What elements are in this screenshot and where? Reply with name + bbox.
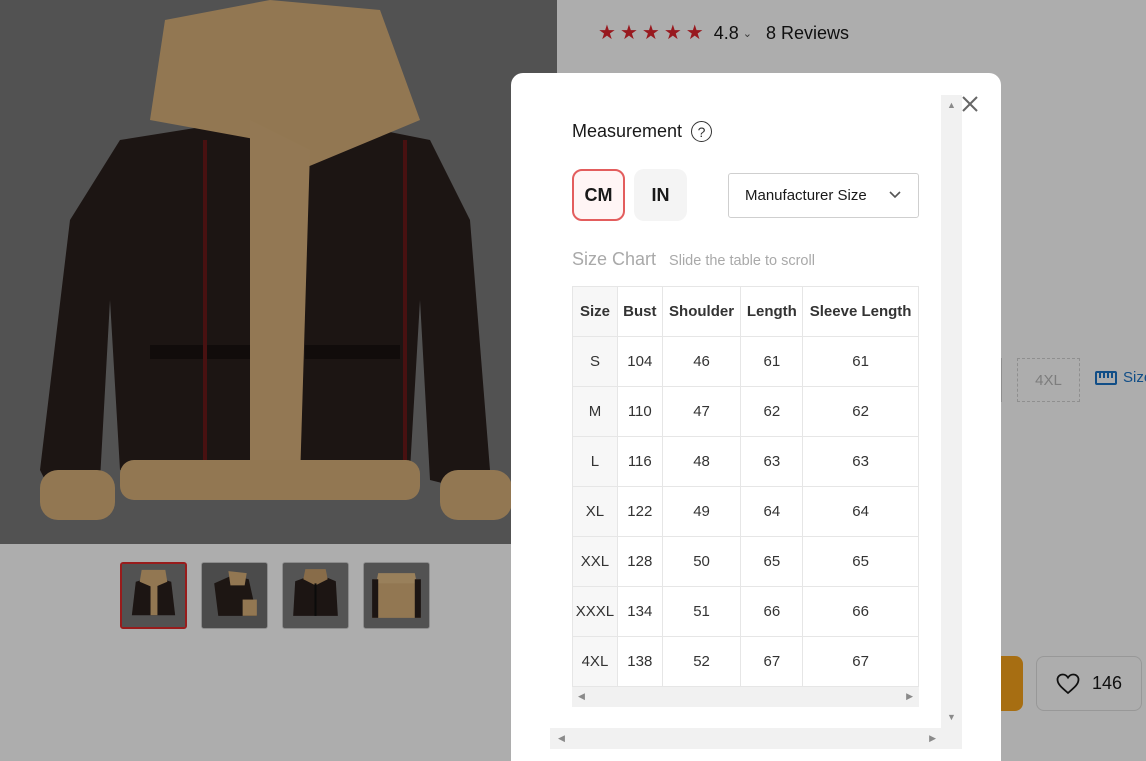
table-row: S 104 46 61 61 [572,336,919,387]
table-cell: S [572,336,618,387]
table-cell: 138 [616,636,663,687]
column-header: Size [572,286,618,337]
size-chart-heading: Size Chart Slide the table to scroll [572,249,815,270]
table-row: XL 122 49 64 64 [572,486,919,537]
help-icon[interactable]: ? [691,121,713,142]
scroll-right-arrow-icon[interactable]: ▶ [906,692,913,701]
size-chart-title: Size Chart [572,249,657,269]
table-cell: 66 [740,586,804,637]
size-system-value: Manufacturer Size [745,187,867,204]
table-row: XXXL 134 51 66 66 [572,586,919,637]
table-cell: 67 [740,636,804,687]
scroll-right-arrow-icon[interactable]: ▶ [929,734,936,743]
table-cell: 62 [802,386,919,437]
chevron-down-icon [889,191,901,199]
unit-in-button[interactable]: IN [634,169,687,221]
table-cell: M [572,386,618,437]
size-system-select[interactable]: Manufacturer Size [728,173,919,218]
table-cell: 47 [661,386,742,437]
table-cell: 134 [616,586,663,637]
unit-cm-button[interactable]: CM [572,169,625,221]
table-cell: 48 [661,436,742,487]
table-header-row: Size Bust Shoulder Length Sleeve Length [572,286,919,337]
table-cell: 104 [616,336,663,387]
table-row: L 116 48 63 63 [572,436,919,487]
table-cell: 65 [740,536,804,587]
table-cell: 61 [802,336,919,387]
scroll-left-arrow-icon[interactable]: ◀ [558,734,565,743]
scroll-left-arrow-icon[interactable]: ◀ [578,692,585,701]
table-cell: 4XL [572,636,618,687]
table-cell: 128 [616,536,663,587]
measurement-title: Measurement [572,121,683,141]
table-cell: 63 [802,436,919,487]
table-cell: 66 [802,586,919,637]
table-horizontal-scrollbar[interactable]: ◀ ▶ [572,687,919,707]
table-row: M 110 47 62 62 [572,386,919,437]
table-cell: 110 [616,386,663,437]
size-chart-modal: Measurement ? CM IN Manufacturer Size Si… [511,73,1001,761]
table-cell: 49 [661,486,742,537]
table-cell: 50 [661,536,742,587]
size-table-scroller[interactable]: Size Bust Shoulder Length Sleeve Length … [572,286,919,707]
close-icon [962,96,978,112]
table-cell: 65 [802,536,919,587]
modal-horizontal-scrollbar[interactable]: ◀ ▶ [550,728,962,749]
scroll-up-arrow-icon[interactable]: ▲ [947,101,956,110]
table-cell: 63 [740,436,804,487]
table-cell: 51 [661,586,742,637]
column-header: Sleeve Length [802,286,919,337]
table-cell: 67 [802,636,919,687]
table-row: XXL 128 50 65 65 [572,536,919,587]
table-cell: 46 [661,336,742,387]
table-cell: 122 [616,486,663,537]
table-cell: 61 [740,336,804,387]
table-cell: L [572,436,618,487]
table-cell: 62 [740,386,804,437]
column-header: Length [740,286,804,337]
modal-vertical-scrollbar[interactable]: ▲ ▼ [941,95,962,728]
size-table: Size Bust Shoulder Length Sleeve Length … [572,286,919,687]
table-cell: 64 [802,486,919,537]
table-row: 4XL 138 52 67 67 [572,636,919,687]
table-cell: XXXL [572,586,618,637]
column-header: Shoulder [661,286,742,337]
table-cell: XXL [572,536,618,587]
table-cell: 64 [740,486,804,537]
size-chart-hint: Slide the table to scroll [669,253,815,269]
table-cell: 52 [661,636,742,687]
table-cell: XL [572,486,618,537]
column-header: Bust [616,286,663,337]
table-cell: 116 [616,436,663,487]
measurement-heading: Measurement ? [572,121,713,142]
scroll-down-arrow-icon[interactable]: ▼ [947,713,956,722]
